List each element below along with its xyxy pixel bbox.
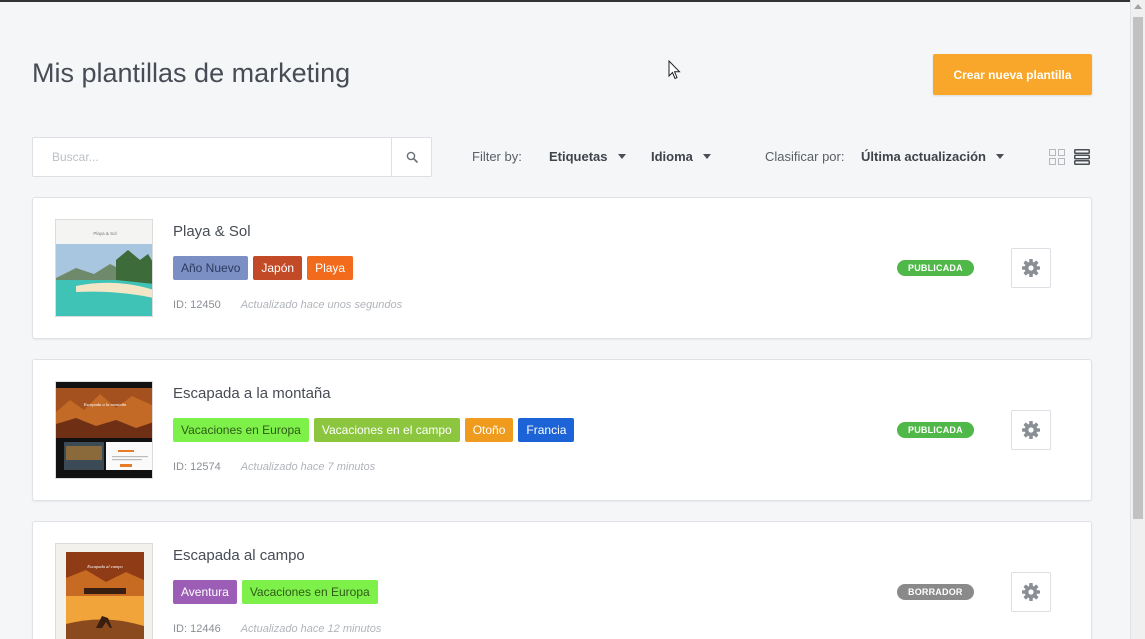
chevron-down-icon xyxy=(702,154,711,159)
tag[interactable]: Francia xyxy=(518,418,575,442)
tag[interactable]: Playa xyxy=(307,256,354,280)
search-icon xyxy=(406,151,418,163)
template-meta: ID: 12450 Actualizado hace unos segundos xyxy=(173,299,402,311)
template-id: ID: 12446 xyxy=(173,623,221,635)
gear-icon xyxy=(1022,583,1040,601)
sort-dropdown[interactable]: Última actualización xyxy=(861,149,1004,164)
tags-filter-dropdown[interactable]: Etiquetas xyxy=(549,149,626,164)
tag[interactable]: Vacaciones en Europa xyxy=(173,418,309,442)
beach-thumbnail-image: Playa & Sol xyxy=(56,220,152,316)
settings-button[interactable] xyxy=(1011,572,1051,612)
template-id: ID: 12450 xyxy=(173,299,221,311)
status-badge: PUBLICADA xyxy=(897,422,974,438)
chevron-down-icon xyxy=(617,154,626,159)
mouse-cursor-icon xyxy=(668,60,681,80)
template-card[interactable]: Playa & Sol Playa & Sol Año Nuevo Japón … xyxy=(32,197,1092,339)
template-updated: Actualizado hace 7 minutos xyxy=(240,461,376,473)
tag-list: Aventura Vacaciones en Europa xyxy=(173,580,378,604)
list-view-icon[interactable] xyxy=(1074,149,1090,165)
tag-list: Vacaciones en Europa Vacaciones en el ca… xyxy=(173,418,575,442)
scrollbar-thumb[interactable] xyxy=(1133,17,1143,519)
scroll-up-icon[interactable] xyxy=(1134,4,1142,9)
gear-icon xyxy=(1022,421,1040,439)
language-filter-dropdown[interactable]: Idioma xyxy=(651,149,711,164)
search-box xyxy=(32,137,432,177)
sort-by-label: Clasificar por: xyxy=(765,149,845,164)
create-template-button[interactable]: Crear nueva plantilla xyxy=(933,54,1092,95)
chevron-down-icon xyxy=(995,154,1004,159)
filter-by-label: Filter by: xyxy=(472,149,522,164)
template-card[interactable]: Escapada al campo Escapada al campo Aven… xyxy=(32,521,1092,639)
gear-icon xyxy=(1022,259,1040,277)
window-top-border xyxy=(0,0,1130,2)
tag[interactable]: Año Nuevo xyxy=(173,256,249,280)
template-thumbnail[interactable]: Escapada a la montaña xyxy=(55,381,153,479)
template-thumbnail[interactable]: Playa & Sol xyxy=(55,219,153,317)
search-button[interactable] xyxy=(391,138,431,176)
template-meta: ID: 12574 Actualizado hace 7 minutos xyxy=(173,461,375,473)
mountain-thumbnail-image: Escapada a la montaña xyxy=(56,382,152,478)
tag-list: Año Nuevo Japón Playa xyxy=(173,256,354,280)
language-filter-label: Idioma xyxy=(651,149,693,164)
template-meta: ID: 12446 Actualizado hace 12 minutos xyxy=(173,623,381,635)
page-title: Mis plantillas de marketing xyxy=(32,58,351,88)
template-thumbnail[interactable]: Escapada al campo xyxy=(55,543,153,639)
template-title[interactable]: Escapada al campo xyxy=(173,547,305,564)
settings-button[interactable] xyxy=(1011,248,1051,288)
vertical-scrollbar[interactable] xyxy=(1130,0,1145,639)
tag[interactable]: Aventura xyxy=(173,580,237,604)
search-input[interactable] xyxy=(33,138,391,176)
template-updated: Actualizado hace 12 minutos xyxy=(240,623,382,635)
tag[interactable]: Vacaciones en el campo xyxy=(313,418,460,442)
tag[interactable]: Otoño xyxy=(464,418,514,442)
tags-filter-label: Etiquetas xyxy=(549,149,608,164)
template-title[interactable]: Escapada a la montaña xyxy=(173,385,331,402)
sort-value: Última actualización xyxy=(861,149,986,164)
svg-text:Escapada a la montaña: Escapada a la montaña xyxy=(83,402,127,407)
tag[interactable]: Vacaciones en Europa xyxy=(241,580,378,604)
tag[interactable]: Japón xyxy=(253,256,303,280)
svg-text:Escapada al campo: Escapada al campo xyxy=(86,564,123,569)
status-badge: BORRADOR xyxy=(897,584,974,600)
svg-text:Playa & Sol: Playa & Sol xyxy=(93,231,116,236)
template-title[interactable]: Playa & Sol xyxy=(173,223,251,240)
template-updated: Actualizado hace unos segundos xyxy=(240,299,403,311)
grid-view-icon[interactable] xyxy=(1049,149,1065,165)
countryside-thumbnail-image: Escapada al campo xyxy=(56,544,152,639)
template-id: ID: 12574 xyxy=(173,461,221,473)
template-card[interactable]: Escapada a la montaña Escapada a la mont… xyxy=(32,359,1092,501)
status-badge: PUBLICADA xyxy=(897,260,974,276)
settings-button[interactable] xyxy=(1011,410,1051,450)
